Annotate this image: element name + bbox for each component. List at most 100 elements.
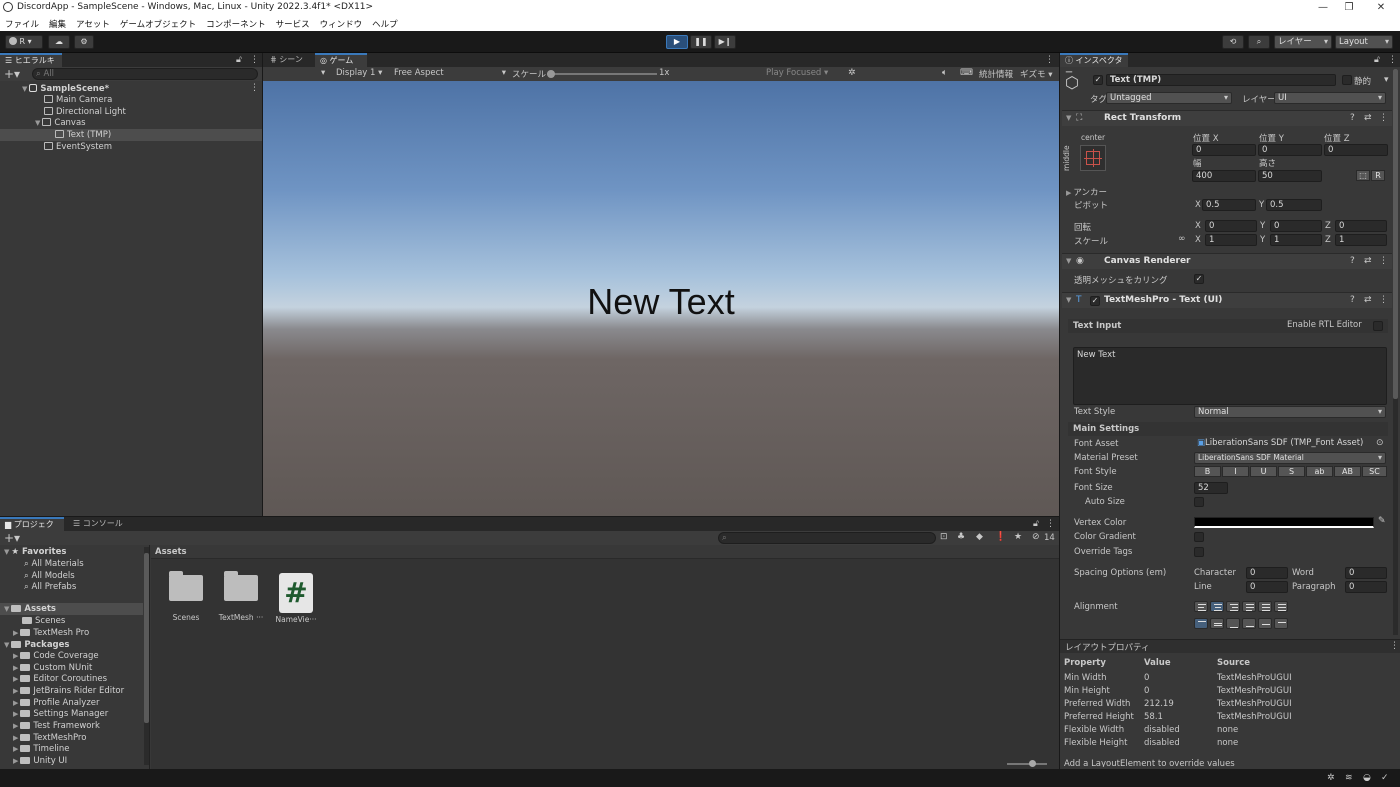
assets-folder-item[interactable]: Scenes: [22, 616, 65, 626]
keyboard-icon[interactable]: ⌨: [960, 68, 973, 78]
hierarchy-item-eventsystem[interactable]: EventSystem: [44, 142, 112, 152]
favorite-item[interactable]: ⌕ All Prefabs: [24, 582, 76, 592]
help-icon[interactable]: ?: [1350, 256, 1355, 266]
more-icon[interactable]: ⋮: [1379, 295, 1388, 305]
more-icon[interactable]: ⋮: [1388, 55, 1397, 65]
material-preset-dropdown[interactable]: LiberationSans SDF Material: [1194, 452, 1386, 464]
bug-icon[interactable]: ✲: [848, 68, 856, 78]
static-checkbox[interactable]: [1342, 75, 1352, 85]
font-style-strike[interactable]: S: [1278, 466, 1305, 477]
hierarchy-item-text-tmp[interactable]: Text (TMP): [55, 130, 111, 140]
color-gradient-checkbox[interactable]: [1194, 532, 1204, 542]
preset-icon[interactable]: ⇄: [1364, 113, 1372, 123]
scale-slider-thumb[interactable]: [547, 70, 555, 78]
raw-edit-button[interactable]: R: [1371, 170, 1385, 181]
layout-dropdown[interactable]: Layout: [1335, 35, 1393, 49]
more-icon[interactable]: ⋮: [1379, 256, 1388, 266]
hierarchy-search-input[interactable]: ⌕ All: [32, 68, 258, 80]
align-middle-button[interactable]: [1210, 618, 1224, 629]
asset-tile[interactable]: Scenes: [163, 571, 209, 622]
align-baseline-button[interactable]: [1242, 618, 1256, 629]
scale-slider[interactable]: [547, 70, 657, 78]
minimize-button[interactable]: —: [1310, 0, 1336, 16]
align-center-button[interactable]: [1210, 601, 1224, 612]
blueprint-button[interactable]: ⬚: [1356, 170, 1370, 181]
cull-transparent-checkbox[interactable]: ✓: [1194, 274, 1204, 284]
pivot-y-field[interactable]: 0.5: [1266, 199, 1322, 211]
game-dropdown-arrow[interactable]: ▾: [321, 68, 325, 78]
help-icon[interactable]: ?: [1350, 295, 1355, 305]
favorites-header[interactable]: ▼ ★ Favorites: [4, 547, 66, 557]
width-field[interactable]: 400: [1192, 170, 1256, 182]
package-item[interactable]: ▶ Settings Manager: [13, 709, 108, 719]
more-icon[interactable]: ⋮: [1046, 519, 1055, 529]
anchors-label[interactable]: ▶ アンカー: [1066, 186, 1107, 198]
tmp-header[interactable]: ▼ T ✓ TextMeshPro - Text (UI) ? ⇄ ⋮: [1062, 292, 1392, 308]
rect-transform-header[interactable]: ▼ ⛶ Rect Transform ? ⇄ ⋮: [1062, 110, 1392, 126]
layers-icon[interactable]: ≋: [1345, 773, 1353, 783]
collab-button[interactable]: ⚙: [74, 35, 94, 49]
layout-properties-header[interactable]: レイアウトプロパティ ⋮: [1060, 639, 1400, 653]
package-item[interactable]: ▶ Code Coverage: [13, 651, 99, 661]
project-search-input[interactable]: ⌕: [718, 532, 936, 544]
package-item[interactable]: ▶ Timeline: [13, 744, 70, 754]
package-item[interactable]: ▶ Editor Coroutines: [13, 674, 107, 684]
game-viewport[interactable]: New Text: [263, 81, 1059, 516]
height-field[interactable]: 50: [1258, 170, 1322, 182]
zoom-slider-thumb[interactable]: [1029, 760, 1036, 767]
menu-assets[interactable]: アセット: [76, 18, 110, 30]
assets-root[interactable]: ▼ Assets: [4, 604, 56, 614]
packages-root[interactable]: ▼ Packages: [4, 640, 69, 650]
play-button[interactable]: ▶: [666, 35, 688, 49]
text-style-dropdown[interactable]: Normal: [1194, 406, 1386, 418]
star-icon[interactable]: ★: [1014, 532, 1022, 542]
search-by-label-icon[interactable]: ♣: [957, 532, 965, 542]
menu-gameobject[interactable]: ゲームオブジェクト: [120, 18, 196, 30]
lock-icon[interactable]: 🔓︎: [236, 55, 242, 65]
add-icon[interactable]: +▾: [4, 531, 20, 545]
font-size-field[interactable]: 52: [1194, 482, 1228, 494]
stats-button[interactable]: 統計情報: [979, 68, 1013, 80]
tag-dropdown[interactable]: Untagged: [1106, 92, 1232, 104]
menu-edit[interactable]: 編集: [49, 18, 66, 30]
menu-component[interactable]: コンポーネント: [206, 18, 266, 30]
debug-icon[interactable]: ✲: [1327, 773, 1335, 783]
tmp-enabled-checkbox[interactable]: ✓: [1090, 296, 1100, 306]
assets-folder-item[interactable]: ▶ TextMesh Pro: [13, 628, 89, 638]
tab-scene[interactable]: ⋕ シーン: [265, 53, 308, 67]
scale-y-field[interactable]: 1: [1270, 234, 1322, 246]
align-left-button[interactable]: [1194, 601, 1208, 612]
maximize-button[interactable]: ❐: [1336, 0, 1362, 16]
tab-game[interactable]: ◎ ゲーム: [315, 53, 367, 67]
step-button[interactable]: ▶❙: [714, 35, 736, 49]
breadcrumb[interactable]: Assets: [155, 547, 187, 557]
inspector-scrollbar[interactable]: [1393, 69, 1398, 635]
project-tree-scrollbar[interactable]: [144, 547, 149, 765]
warning-filter-icon[interactable]: ❗: [995, 532, 1006, 542]
font-style-lowercase[interactable]: ab: [1306, 466, 1333, 477]
anchor-preset-button[interactable]: [1080, 145, 1106, 171]
hidden-eye-icon[interactable]: ⊘: [1032, 532, 1040, 542]
lock-icon[interactable]: 🔓︎: [1033, 519, 1039, 529]
favorite-item[interactable]: ⌕ All Models: [24, 571, 75, 581]
package-item[interactable]: ▶ Unity UI: [13, 756, 67, 766]
override-tags-checkbox[interactable]: [1194, 547, 1204, 557]
align-justified-button[interactable]: [1242, 601, 1256, 612]
link-icon[interactable]: ∞: [1178, 234, 1186, 244]
preset-icon[interactable]: ⇄: [1364, 295, 1372, 305]
font-asset-field[interactable]: ▣LiberationSans SDF (TMP_Font Asset): [1194, 438, 1386, 450]
play-focused-dropdown[interactable]: Play Focused ▾: [766, 68, 828, 78]
more-icon[interactable]: ⋮: [1390, 641, 1399, 651]
scene-more-icon[interactable]: ⋮: [250, 83, 259, 93]
align-capline-button[interactable]: [1274, 618, 1288, 629]
line-field[interactable]: 0: [1246, 581, 1288, 593]
hierarchy-item-main-camera[interactable]: Main Camera: [44, 95, 112, 105]
eyedropper-icon[interactable]: ✎: [1378, 516, 1386, 526]
pause-button[interactable]: ❚❚: [690, 35, 712, 49]
rot-y-field[interactable]: 0: [1270, 220, 1322, 232]
word-field[interactable]: 0: [1345, 567, 1387, 579]
object-picker-icon[interactable]: ⊙: [1376, 438, 1384, 448]
gizmos-dropdown[interactable]: ギズモ ▾: [1020, 68, 1052, 80]
package-item[interactable]: ▶ JetBrains Rider Editor: [13, 686, 124, 696]
font-style-smallcaps[interactable]: SC: [1362, 466, 1387, 477]
